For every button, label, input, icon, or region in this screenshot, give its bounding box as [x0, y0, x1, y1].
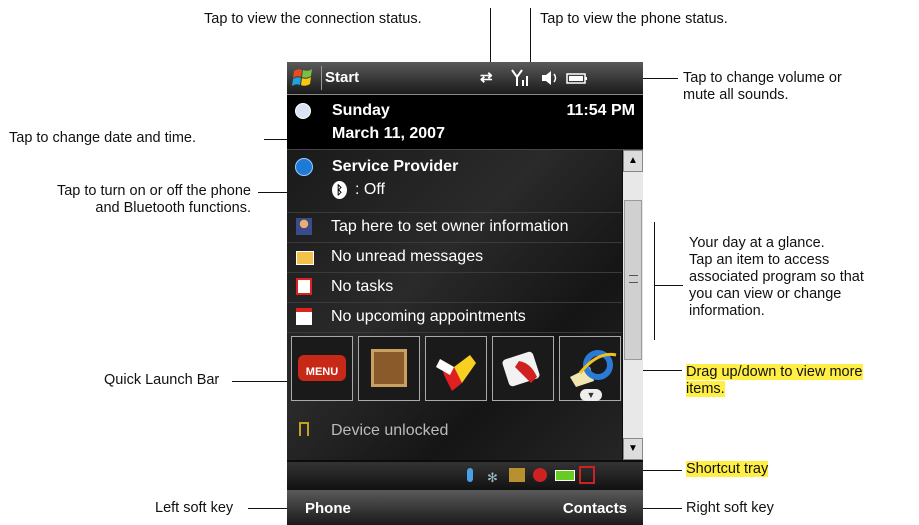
signal-strength-icon[interactable]	[510, 68, 530, 92]
volume-label: Tap to change volume or mute all sounds.	[683, 70, 842, 104]
leader-shortcut-tray	[640, 470, 682, 471]
quick-launch-photo-tile[interactable]	[358, 336, 420, 401]
vertical-scrollbar[interactable]: ▲ ▼	[623, 150, 643, 460]
service-provider-text: Service Provider	[332, 158, 459, 175]
shortcut-tray: ✻	[287, 462, 643, 490]
quick-launch-ie-tile[interactable]: ▼	[559, 336, 621, 401]
tasks-item[interactable]: No tasks	[287, 273, 622, 303]
puzzle-icon	[436, 355, 476, 391]
antenna-icon	[295, 158, 313, 176]
tasks-text: No tasks	[331, 278, 394, 295]
appointments-item[interactable]: No upcoming appointments	[287, 303, 622, 333]
start-separator	[321, 66, 322, 90]
battery-tray-icon[interactable]	[555, 470, 575, 481]
quick-launch-menu-tile[interactable]: MENU	[291, 336, 353, 401]
soft-key-bar: Phone Contacts	[287, 490, 643, 525]
quick-launch-games-tile[interactable]	[425, 336, 487, 401]
glance-label-line3: associated program so that	[689, 269, 864, 285]
leader-glance	[654, 285, 683, 286]
windows-start-icon[interactable]	[291, 66, 317, 90]
messages-text: No unread messages	[331, 248, 484, 265]
phone-bluetooth-label-line2: and Bluetooth functions.	[95, 200, 251, 216]
owner-info-text: Tap here to set owner information	[331, 218, 569, 235]
phone-bluetooth-label-line1: Tap to turn on or off the phone	[56, 183, 251, 199]
leader-drag	[640, 370, 682, 371]
volume-label-line2: mute all sounds.	[683, 87, 789, 103]
time-text: 11:54 PM	[566, 102, 635, 119]
phone-status-label: Tap to view the phone status.	[540, 11, 728, 27]
start-menu-button[interactable]: Start	[325, 69, 359, 86]
clock-icon	[295, 103, 311, 119]
bluetooth-tray-icon[interactable]: ✻	[487, 470, 498, 486]
drag-label: Drag up/down to view more items.	[686, 364, 863, 398]
phone-soft-key[interactable]: Phone	[305, 500, 351, 517]
envelope-icon	[296, 251, 314, 265]
glance-label: Your day at a glance. Tap an item to acc…	[689, 235, 864, 320]
glance-label-line5: information.	[689, 303, 765, 319]
mio-menu-icon: MENU	[298, 355, 346, 381]
date-time-label: Tap to change date and time.	[9, 130, 197, 146]
scroll-down-indicator-icon[interactable]: ▼	[580, 389, 602, 401]
connectivity-icon[interactable]	[579, 466, 595, 484]
right-soft-key-label: Right soft key	[686, 500, 774, 516]
phone-bluetooth-label: Tap to turn on or off the phone and Blue…	[3, 183, 251, 217]
memory-card-icon[interactable]	[509, 468, 525, 482]
shortcut-tray-label: Shortcut tray	[686, 461, 769, 477]
quick-launch-bar: MENU ▼	[287, 336, 622, 403]
microphone-icon[interactable]	[467, 468, 473, 482]
owner-icon	[296, 218, 312, 235]
connection-status-label: Tap to view the connection status.	[204, 11, 422, 27]
calendar-icon	[296, 308, 312, 325]
leader-quick-launch	[232, 381, 292, 382]
contacts-soft-key[interactable]: Contacts	[563, 500, 627, 517]
messages-item[interactable]: No unread messages	[287, 243, 622, 273]
phone-handset-icon	[502, 351, 540, 387]
drag-label-line2: items.	[686, 381, 725, 397]
scroll-down-button[interactable]: ▼	[623, 438, 643, 460]
tasks-icon	[296, 278, 312, 295]
day-text: Sunday	[332, 102, 390, 119]
scroll-thumb[interactable]	[624, 200, 642, 360]
glance-label-line1: Your day at a glance.	[689, 235, 825, 251]
connection-status-icon[interactable]: ⇄	[480, 68, 493, 86]
glance-label-line4: you can view or change	[689, 286, 842, 302]
date-text: March 11, 2007	[332, 125, 445, 142]
date-time-panel[interactable]: Sunday March 11, 2007 11:54 PM	[287, 95, 643, 150]
battery-icon[interactable]	[565, 68, 589, 92]
bluetooth-status-text: : Off	[355, 181, 385, 198]
device-status-text[interactable]: Device unlocked	[331, 422, 448, 440]
glance-label-line2: Tap an item to access	[689, 252, 830, 268]
wireless-off-icon[interactable]	[533, 468, 547, 482]
appointments-text: No upcoming appointments	[331, 308, 526, 325]
scroll-up-button[interactable]: ▲	[623, 150, 643, 172]
service-provider-item[interactable]: Service Provider ᛒ : Off	[287, 150, 622, 213]
photo-frame-icon	[371, 349, 407, 387]
today-screen: Service Provider ᛒ : Off Tap here to set…	[287, 150, 622, 460]
leader-glance-vertical	[654, 222, 655, 340]
quick-launch-label: Quick Launch Bar	[104, 372, 220, 388]
volume-icon[interactable]	[539, 68, 561, 92]
phone-screen: Start ⇄ Sunday March 11, 2007 11:54 PM S…	[287, 62, 643, 525]
drag-label-line1: Drag up/down to view more	[686, 364, 863, 380]
navigation-bar: Start ⇄	[287, 62, 643, 95]
left-soft-key-label: Left soft key	[155, 500, 234, 516]
bluetooth-icon: ᛒ	[332, 181, 347, 199]
grip-icon	[629, 275, 638, 283]
quick-launch-phone-tile[interactable]	[492, 336, 554, 401]
owner-info-item[interactable]: Tap here to set owner information	[287, 213, 622, 243]
lock-icon	[299, 422, 309, 436]
volume-label-line1: Tap to change volume or	[683, 70, 842, 86]
